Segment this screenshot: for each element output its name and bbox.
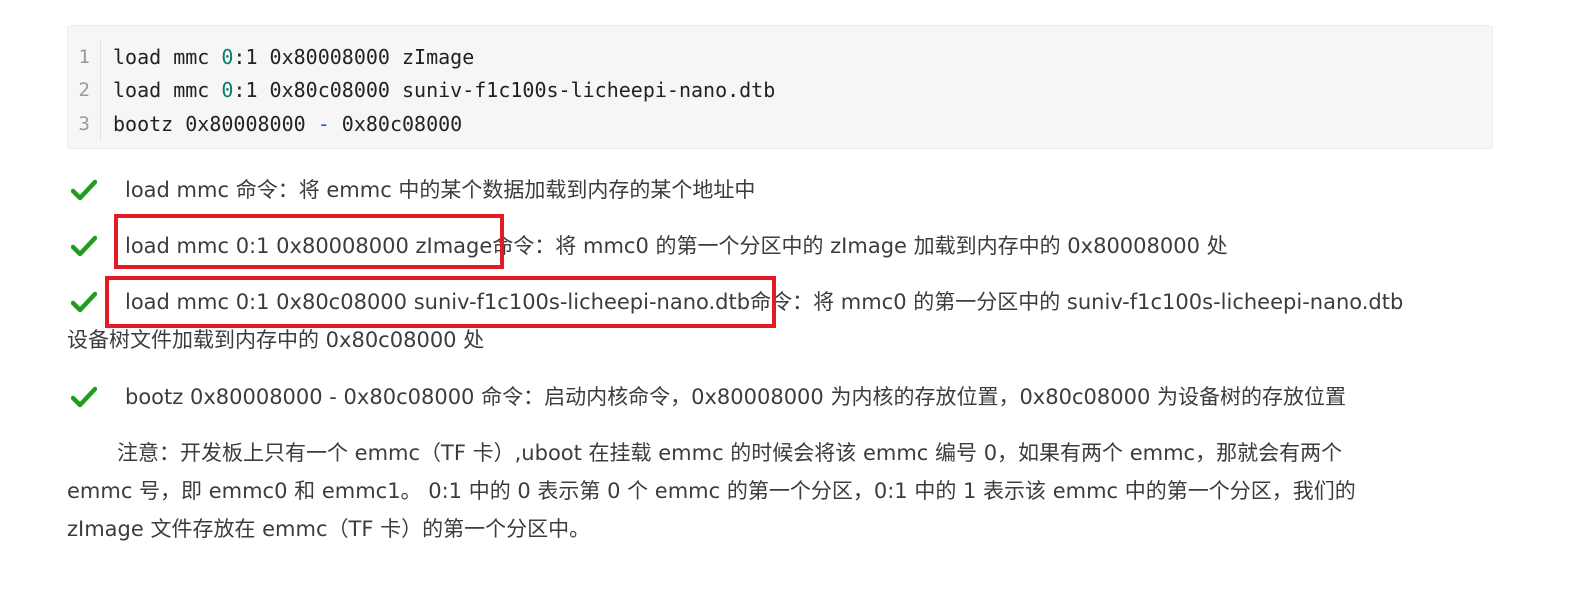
line-number: 3	[78, 112, 90, 135]
bullet-item: bootz 0x80008000 - 0x80c08000 命令：启动内核命令，…	[67, 378, 1497, 416]
code-line-2: 2 load mmc 0:1 0x80c08000 suniv-f1c100s-…	[68, 73, 1492, 107]
code-text: bootz 0x80008000 - 0x80c08000	[113, 111, 463, 136]
bullet-text: load mmc 命令：将 emmc 中的某个数据加载到内存的某个地址中	[125, 178, 756, 202]
line-gutter	[100, 73, 101, 107]
highlight-box	[105, 276, 776, 328]
note-line-2: emmc 号，即 emmc0 和 emmc1。 0:1 中的 0 表示第 0 个…	[67, 479, 1356, 503]
bullet-item: load mmc 0:1 0x80c08000 suniv-f1c100s-li…	[67, 276, 1497, 359]
bullet-text: bootz 0x80008000 - 0x80c08000 命令：启动内核命令，…	[125, 385, 1346, 409]
check-icon	[71, 235, 97, 257]
check-icon	[71, 291, 97, 313]
bullet-item: load mmc 命令：将 emmc 中的某个数据加载到内存的某个地址中	[67, 171, 1497, 209]
note-paragraph: 注意：开发板上只有一个 emmc（TF 卡）,uboot 在挂载 emmc 的时…	[67, 434, 1497, 548]
line-gutter	[100, 40, 101, 74]
line-number: 2	[78, 79, 90, 102]
code-line-3: 3 bootz 0x80008000 - 0x80c08000	[68, 107, 1492, 141]
note-line-1: 注意：开发板上只有一个 emmc（TF 卡）,uboot 在挂载 emmc 的时…	[117, 441, 1343, 465]
code-text: load mmc 0:1 0x80c08000 suniv-f1c100s-li…	[113, 78, 776, 103]
check-icon	[71, 386, 97, 408]
highlight-box	[114, 214, 504, 269]
code-block: 1 load mmc 0:1 0x80008000 zImage 2 load …	[67, 25, 1493, 149]
code-text: load mmc 0:1 0x80008000 zImage	[113, 44, 475, 69]
check-icon	[71, 179, 97, 201]
note-line-3: zImage 文件存放在 emmc（TF 卡）的第一个分区中。	[67, 517, 591, 541]
line-gutter	[100, 107, 101, 141]
code-operator-token: -	[317, 111, 330, 136]
code-number-token: 0	[221, 78, 234, 103]
code-line-1: 1 load mmc 0:1 0x80008000 zImage	[68, 40, 1492, 74]
line-number: 1	[78, 45, 90, 68]
code-number-token: 0	[221, 44, 234, 69]
bullet-item: load mmc 0:1 0x80008000 zImage命令：将 mmc0 …	[67, 214, 1497, 269]
